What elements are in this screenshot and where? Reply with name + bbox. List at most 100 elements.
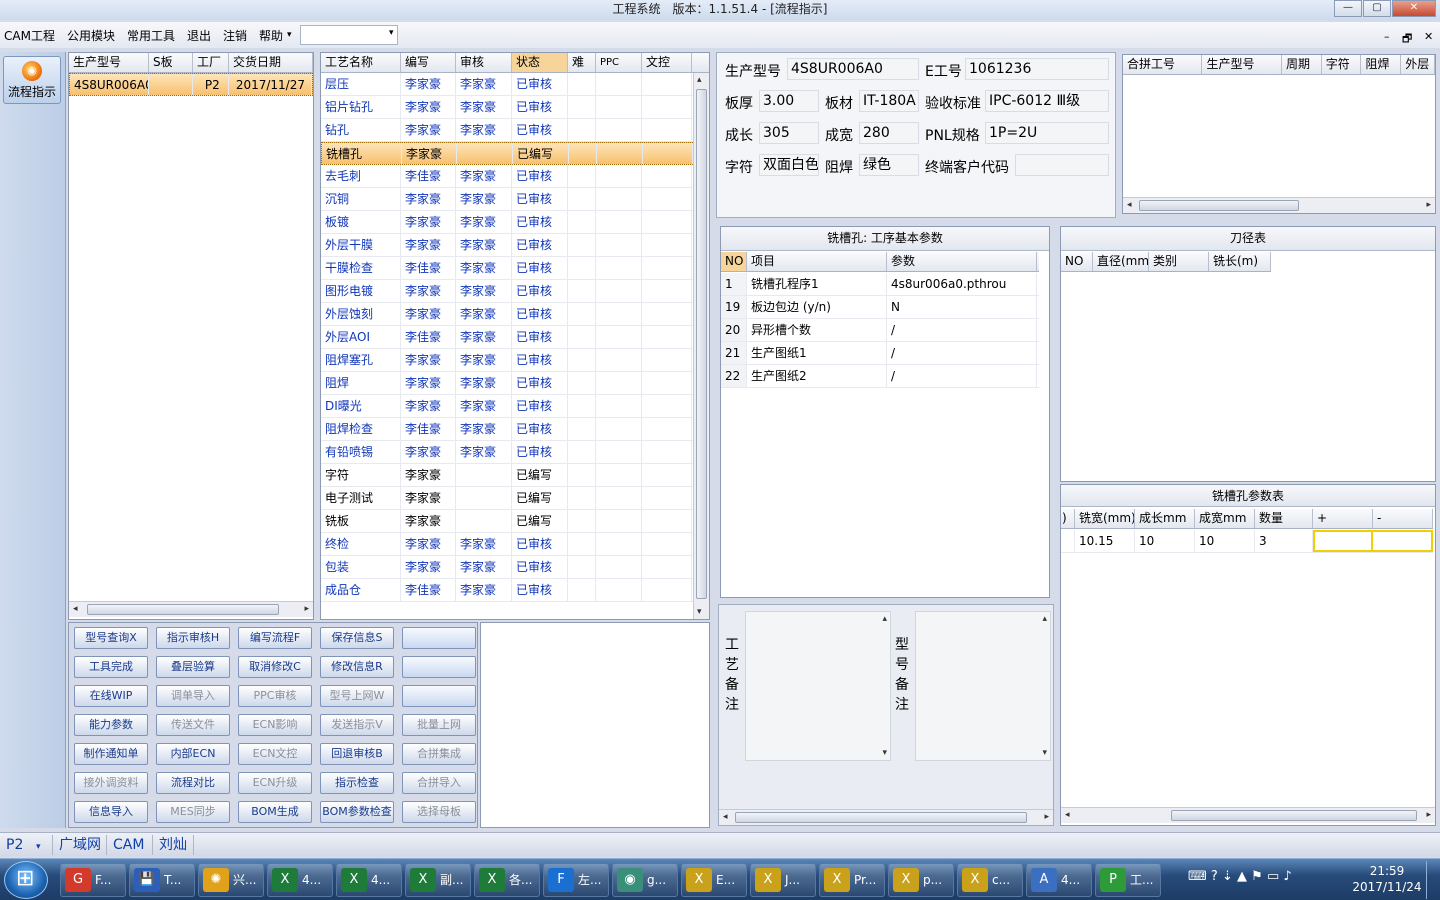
function-button[interactable]: BOM生成	[238, 801, 312, 823]
process-grid-vscroll[interactable]: ▴ ▾	[693, 73, 709, 619]
table-row[interactable]: 层压 李家豪 李家豪 已审核	[321, 73, 709, 96]
col-header[interactable]: S板	[149, 53, 193, 72]
function-button[interactable]: 叠层验算	[156, 656, 230, 678]
scroll-down-icon[interactable]: ▾	[1042, 748, 1047, 758]
table-row[interactable]: 成品仓 李佳豪 李家豪 已审核	[321, 579, 709, 602]
taskbar-button[interactable]: X J...	[750, 863, 816, 897]
table-row[interactable]: 1 铣槽孔程序1 4s8ur006a0.pthrou	[721, 273, 1039, 296]
table-row[interactable]: 外层蚀刻 李家豪 李家豪 已审核	[321, 303, 709, 326]
material-field[interactable]: IT-180A	[859, 90, 919, 112]
scroll-up-icon[interactable]: ▴	[1042, 614, 1047, 624]
factory-combo[interactable]: P2	[6, 835, 23, 855]
chevron-down-icon[interactable]: ▾	[287, 30, 292, 40]
flag-icon[interactable]: ⚑	[1251, 869, 1263, 884]
col-header[interactable]: 生产型号	[69, 53, 149, 72]
col-header[interactable]: NO	[1061, 252, 1093, 271]
col-header[interactable]: 铣宽(mm)	[1075, 509, 1135, 528]
col-header[interactable]: 字符	[1322, 55, 1362, 74]
minimize-button[interactable]: —	[1334, 0, 1362, 17]
col-header[interactable]: 外层	[1401, 55, 1435, 74]
taskbar-button[interactable]: X 4...	[336, 863, 402, 897]
col-header[interactable]: 直径(mm)	[1093, 252, 1149, 271]
maximize-button[interactable]: ▢	[1363, 0, 1391, 17]
table-row[interactable]: 去毛刺 李佳豪 李家豪 已审核	[321, 165, 709, 188]
taskbar-button[interactable]: X Pr...	[819, 863, 885, 897]
table-row[interactable]: 钻孔 李家豪 李家豪 已审核	[321, 119, 709, 142]
keyboard-icon[interactable]: ⌨	[1188, 869, 1207, 884]
col-header[interactable]: 项目	[747, 252, 887, 271]
taskbar-button[interactable]: ✺ 兴...	[198, 863, 264, 897]
merge-grid-hscroll[interactable]: ◂ ▸	[1123, 197, 1435, 213]
col-header[interactable]: 状态	[512, 53, 568, 72]
start-button[interactable]	[4, 861, 48, 899]
taskbar-button[interactable]: X 副...	[405, 863, 471, 897]
col-header[interactable]: 合拼工号	[1123, 55, 1203, 74]
menu-public[interactable]: 公用模块	[67, 27, 115, 44]
function-button[interactable]	[402, 656, 476, 678]
col-header[interactable]: 周期	[1282, 55, 1322, 74]
mdi-restore-icon[interactable]: 🗗	[1402, 30, 1412, 49]
scroll-thumb[interactable]	[87, 604, 279, 615]
table-row[interactable]: 板镀 李家豪 李家豪 已审核	[321, 211, 709, 234]
function-button[interactable]: 接外调资料	[74, 772, 148, 794]
menu-exit[interactable]: 退出	[187, 27, 211, 44]
scroll-thumb[interactable]	[1139, 200, 1299, 211]
scroll-right-icon[interactable]: ▸	[1426, 200, 1431, 210]
speaker-icon[interactable]: ♪	[1283, 869, 1291, 884]
menu-logout[interactable]: 注销	[223, 27, 247, 44]
function-button[interactable]: BOM参数检查	[320, 801, 394, 823]
col-header[interactable]: 阻焊	[1361, 55, 1402, 74]
col-header[interactable]: 交货日期	[229, 53, 313, 72]
table-row[interactable]: 阻焊检查 李佳豪 李家豪 已审核	[321, 418, 709, 441]
network-icon[interactable]: ⇣	[1222, 869, 1233, 884]
scroll-right-icon[interactable]: ▸	[1044, 812, 1049, 822]
notes-hscroll[interactable]: ◂ ▸	[719, 809, 1053, 825]
customer-code-field[interactable]	[1015, 154, 1109, 176]
function-button[interactable]: 能力参数	[74, 714, 148, 736]
scroll-up-icon[interactable]: ▴	[697, 75, 702, 85]
mdi-minimize-icon[interactable]: –	[1384, 30, 1390, 43]
col-header[interactable]: 参数	[887, 252, 1037, 271]
col-header[interactable]: 类别	[1149, 252, 1209, 271]
function-button[interactable]: PPC审核	[238, 685, 312, 707]
function-button[interactable]: ECN文控	[238, 743, 312, 765]
remove-column-header[interactable]: -	[1373, 509, 1433, 528]
model-field[interactable]: 4S8UR006A0	[787, 58, 919, 80]
table-row[interactable]: 21 生产图纸1/	[721, 342, 1039, 365]
show-desktop-button[interactable]	[1426, 861, 1438, 899]
table-row[interactable]: DI曝光 李家豪 李家豪 已审核	[321, 395, 709, 418]
function-button[interactable]	[402, 627, 476, 649]
col-header[interactable]: )	[1061, 509, 1075, 528]
function-button[interactable]: 取消修改C	[238, 656, 312, 678]
col-header[interactable]: 编写	[401, 53, 456, 72]
col-header[interactable]: 生产型号	[1202, 55, 1282, 74]
width-field[interactable]: 280	[859, 122, 919, 144]
col-header[interactable]: 难	[568, 53, 596, 72]
col-header[interactable]: 成宽mm	[1195, 509, 1255, 528]
add-column-header[interactable]: +	[1313, 509, 1373, 528]
table-row[interactable]: 铝片钻孔 李家豪 李家豪 已审核	[321, 96, 709, 119]
close-button[interactable]: ✕	[1392, 0, 1436, 17]
function-button[interactable]: 信息导入	[74, 801, 148, 823]
scroll-thumb[interactable]	[735, 812, 1027, 823]
scroll-thumb[interactable]	[1171, 810, 1417, 821]
cell[interactable]	[1373, 530, 1433, 552]
function-button[interactable]: 调单导入	[156, 685, 230, 707]
table-row[interactable]: 有铅喷锡 李家豪 李家豪 已审核	[321, 441, 709, 464]
slot-params-hscroll[interactable]: ◂ ▸	[1061, 807, 1435, 823]
table-row[interactable]: 外层AOI 李佳豪 李家豪 已审核	[321, 326, 709, 349]
table-row[interactable]: 字符 李家豪 已编写	[321, 464, 709, 487]
scroll-right-icon[interactable]: ▸	[1426, 810, 1431, 820]
taskbar-button[interactable]: Xp...	[888, 863, 954, 897]
taskbar-button[interactable]: Xc...	[957, 863, 1023, 897]
clock[interactable]: 21:59 2017/11/24	[1352, 863, 1422, 895]
mdi-close-icon[interactable]: ✕	[1424, 30, 1433, 43]
taskbar-button[interactable]: X 各...	[474, 863, 540, 897]
table-row[interactable]: 电子测试 李家豪 已编写	[321, 487, 709, 510]
function-button[interactable]: 内部ECN	[156, 743, 230, 765]
function-button[interactable]: 流程对比	[156, 772, 230, 794]
table-row[interactable]: 阻焊塞孔 李家豪 李家豪 已审核	[321, 349, 709, 372]
function-button[interactable]: 指示审核H	[156, 627, 230, 649]
taskbar-button[interactable]: A 4...	[1026, 863, 1092, 897]
table-row[interactable]: 干膜检查 李佳豪 李家豪 已审核	[321, 257, 709, 280]
